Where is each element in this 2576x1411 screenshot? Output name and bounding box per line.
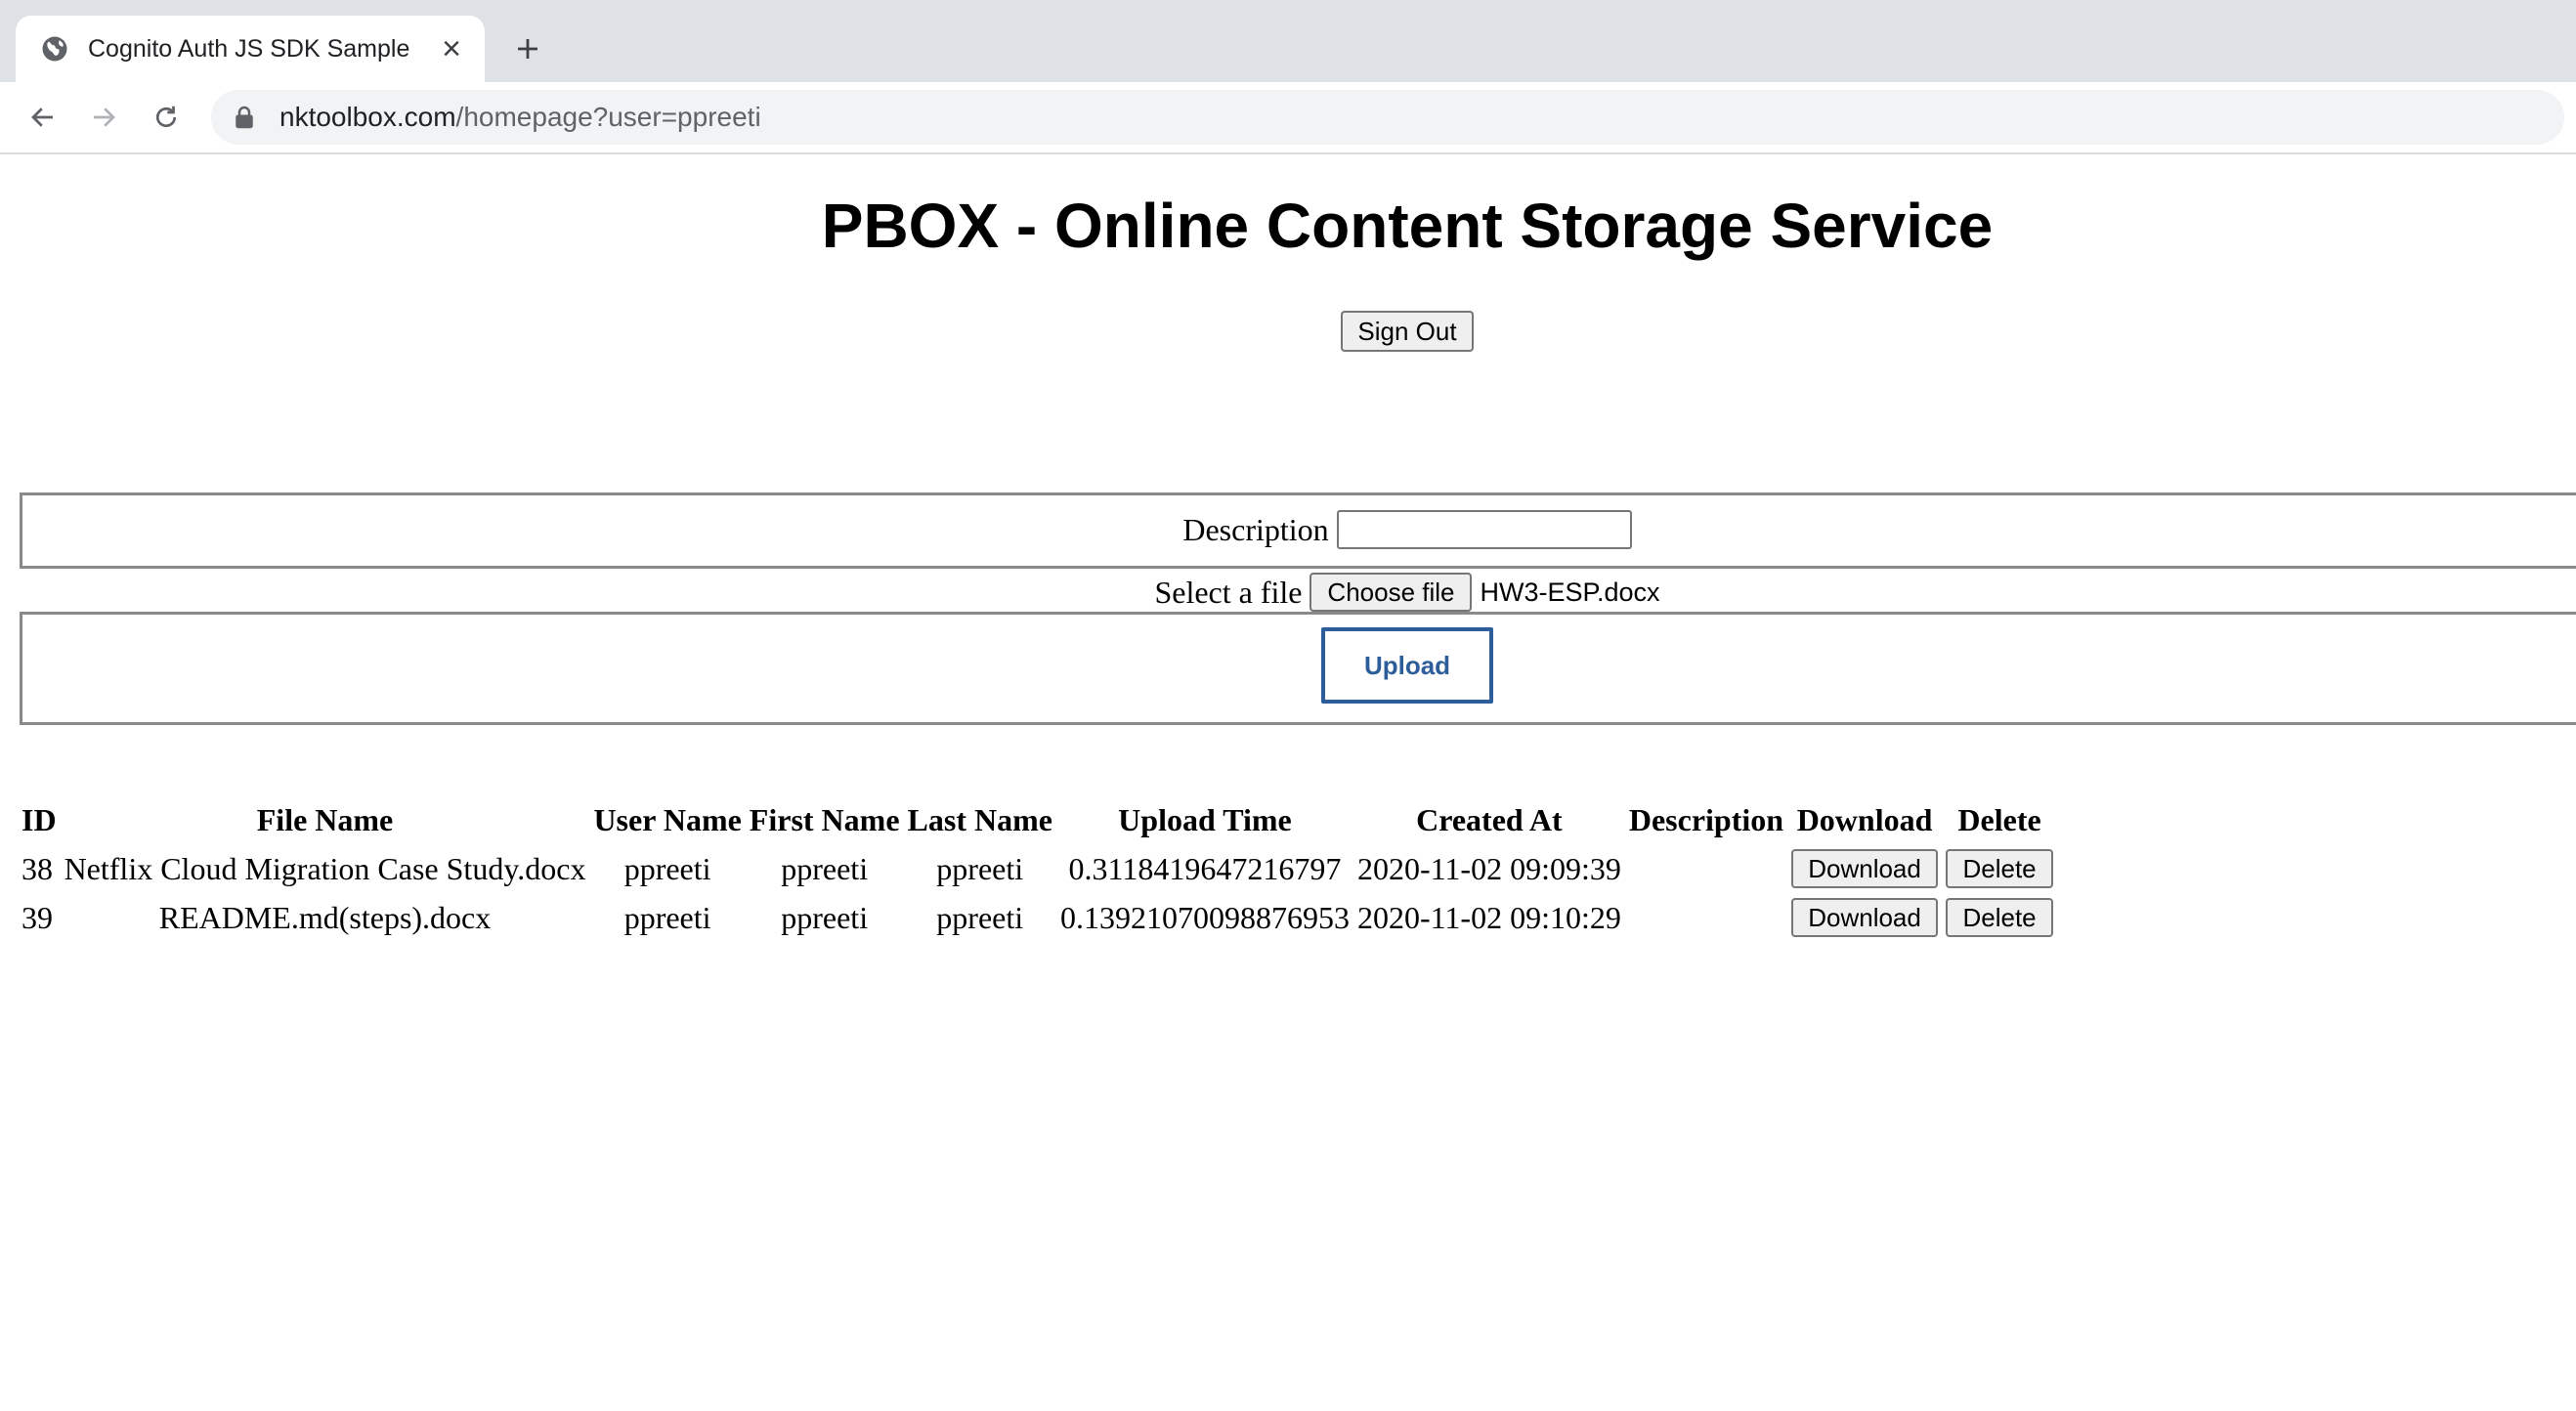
address-bar[interactable]: nktoolbox.com/homepage?user=ppreeti bbox=[211, 90, 2564, 145]
cell-download: Download bbox=[1789, 893, 1940, 942]
selected-file-name: HW3-ESP.docx bbox=[1480, 577, 1660, 607]
upload-button[interactable]: Upload bbox=[1321, 627, 1493, 704]
url-host: nktoolbox.com bbox=[279, 102, 456, 132]
cell-first-name: ppreeti bbox=[781, 850, 869, 886]
file-select-row: Select a file Choose file HW3-ESP.docx bbox=[0, 569, 2576, 616]
cell-id: 38 bbox=[21, 850, 53, 886]
cell-delete: Delete bbox=[1944, 893, 2055, 942]
column-header-delete: Delete bbox=[1957, 801, 2041, 837]
table-row: 38 Netflix Cloud Migration Case Study.do… bbox=[20, 844, 2055, 893]
column-header-file-name: File Name bbox=[256, 801, 394, 837]
forward-arrow-icon[interactable] bbox=[80, 94, 127, 141]
cell-file-name: README.md(steps).docx bbox=[158, 899, 492, 935]
column-header-user-name: User Name bbox=[593, 801, 742, 837]
page-title: PBOX - Online Content Storage Service bbox=[821, 191, 1994, 261]
cell-last-name: ppreeti bbox=[936, 850, 1024, 886]
column-header-description: Description bbox=[1628, 801, 1784, 837]
new-tab-icon[interactable] bbox=[504, 25, 551, 72]
upload-fieldset bbox=[20, 612, 2576, 725]
cell-first-name: ppreeti bbox=[781, 899, 869, 935]
column-header-download: Download bbox=[1796, 801, 1933, 837]
globe-icon bbox=[39, 33, 70, 64]
browser-tabstrip: Cognito Auth JS SDK Sample × bbox=[0, 0, 2576, 82]
sign-out-button[interactable]: Sign Out bbox=[1341, 311, 1474, 352]
browser-toolbar: nktoolbox.com/homepage?user=ppreeti bbox=[0, 82, 2576, 154]
close-tab-icon[interactable]: × bbox=[432, 29, 471, 68]
table-header-row: ID File Name User Name First Name Last N… bbox=[20, 795, 2055, 844]
cell-user-name: ppreeti bbox=[623, 850, 711, 886]
cell-user-name: ppreeti bbox=[623, 899, 711, 935]
column-header-id: ID bbox=[21, 801, 57, 837]
reload-icon[interactable] bbox=[143, 94, 190, 141]
column-header-last-name: Last Name bbox=[907, 801, 1052, 837]
download-button[interactable]: Download bbox=[1791, 898, 1939, 938]
cell-last-name: ppreeti bbox=[936, 899, 1024, 935]
cell-upload-time: 0.3118419647216797 bbox=[1068, 850, 1342, 886]
column-header-upload-time: Upload Time bbox=[1118, 801, 1292, 837]
tab-title: Cognito Auth JS SDK Sample bbox=[88, 34, 410, 63]
page-content: PBOX - Online Content Storage Service Si… bbox=[0, 154, 2576, 1411]
browser-tab[interactable]: Cognito Auth JS SDK Sample × bbox=[16, 16, 485, 82]
delete-button[interactable]: Delete bbox=[1946, 898, 2054, 938]
description-row: Description bbox=[0, 504, 2576, 555]
cell-created-at: 2020-11-02 09:09:39 bbox=[1356, 850, 1621, 886]
choose-file-button[interactable]: Choose file bbox=[1309, 573, 1473, 612]
file-label: Select a file bbox=[1154, 574, 1303, 610]
column-header-created-at: Created At bbox=[1416, 801, 1563, 837]
column-header-first-name: First Name bbox=[749, 801, 900, 837]
description-label: Description bbox=[1182, 511, 1329, 547]
cell-download: Download bbox=[1789, 844, 1940, 893]
cell-description bbox=[1627, 893, 1785, 942]
cell-delete: Delete bbox=[1944, 844, 2055, 893]
cell-id: 39 bbox=[21, 899, 53, 935]
back-arrow-icon[interactable] bbox=[20, 94, 66, 141]
files-table: ID File Name User Name First Name Last N… bbox=[16, 795, 2059, 942]
cell-upload-time: 0.13921070098876953 bbox=[1059, 899, 1350, 935]
url-path: /homepage?user=ppreeti bbox=[455, 102, 761, 132]
lock-icon bbox=[235, 103, 260, 132]
description-input[interactable] bbox=[1336, 510, 1632, 549]
delete-button[interactable]: Delete bbox=[1946, 849, 2054, 889]
download-button[interactable]: Download bbox=[1791, 849, 1939, 889]
cell-description bbox=[1627, 844, 1785, 893]
table-row: 39 README.md(steps).docx ppreeti ppreeti… bbox=[20, 893, 2055, 942]
cell-file-name: Netflix Cloud Migration Case Study.docx bbox=[64, 850, 586, 886]
cell-created-at: 2020-11-02 09:10:29 bbox=[1356, 899, 1621, 935]
